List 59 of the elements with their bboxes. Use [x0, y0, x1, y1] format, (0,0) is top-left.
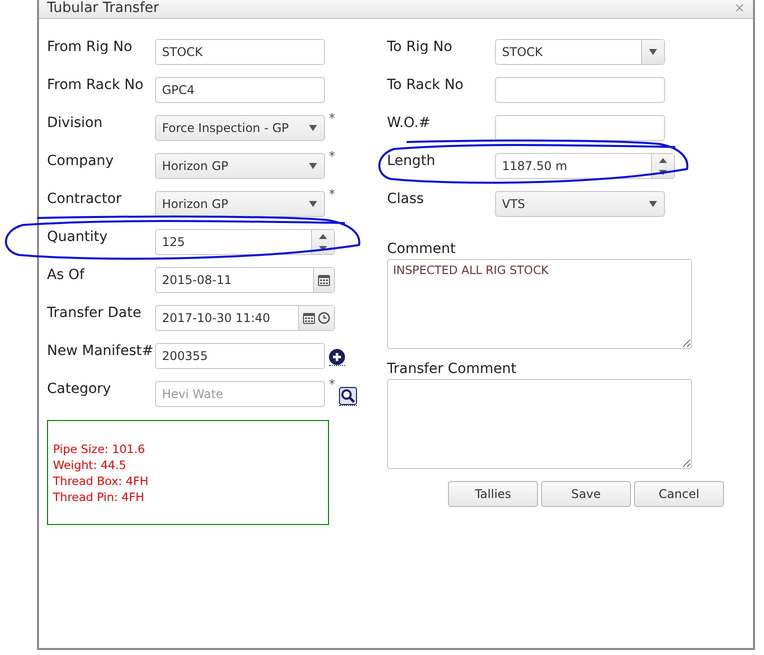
field-label: Transfer Comment — [387, 361, 518, 377]
pipe-info-line: Pipe Size: 101.6 — [53, 441, 146, 457]
field-label: As Of — [47, 267, 86, 283]
required-mark: * — [329, 187, 335, 201]
search-icon[interactable] — [339, 387, 357, 406]
required-mark: * — [329, 111, 335, 125]
caret-icon — [649, 49, 657, 55]
add-icon[interactable] — [329, 349, 345, 366]
field-label: From Rig No — [47, 39, 134, 55]
date-field[interactable]: 2015-08-11 — [155, 267, 335, 293]
required-mark: * — [329, 377, 335, 391]
field-label: To Rig No — [387, 39, 454, 55]
dropdown[interactable]: VTS — [495, 191, 665, 217]
text-field[interactable] — [495, 115, 665, 141]
dialog-button[interactable]: Tallies — [448, 481, 538, 507]
text-field[interactable] — [495, 77, 665, 103]
date-time-field[interactable]: 2017-10-30 11:40 — [155, 305, 335, 331]
required-mark: * — [329, 149, 335, 163]
spin-down-icon[interactable] — [659, 170, 667, 174]
pipe-info-line: Thread Box: 4FH — [53, 473, 150, 489]
text-field[interactable]: STOCK — [155, 39, 325, 65]
dialog-button[interactable]: Save — [541, 481, 631, 507]
calendar-icon[interactable] — [318, 274, 330, 286]
calendar-icon[interactable] — [303, 312, 315, 324]
caret-icon — [309, 125, 317, 131]
field-label: Company — [47, 153, 115, 169]
field-label: Quantity — [47, 229, 108, 245]
comment-textarea[interactable]: INSPECTED ALL RIG STOCK — [387, 259, 692, 349]
field-label: Length — [387, 153, 436, 169]
field-label: Category — [47, 381, 112, 397]
field-label: From Rack No — [47, 77, 144, 93]
dropdown[interactable]: Force Inspection - GP — [155, 115, 325, 141]
dropdown[interactable]: Horizon GP — [155, 191, 325, 217]
field-label: Division — [47, 115, 104, 131]
spin-down-icon[interactable] — [319, 246, 327, 250]
field-label: Transfer Date — [47, 305, 142, 321]
text-field[interactable]: Hevi Wate — [155, 381, 325, 407]
combo-box[interactable]: STOCK — [495, 39, 665, 65]
caret-icon — [649, 201, 657, 207]
dropdown[interactable]: Horizon GP — [155, 153, 325, 179]
field-label: Contractor — [47, 191, 123, 207]
text-field[interactable]: 200355 — [155, 343, 325, 369]
caret-icon — [309, 163, 317, 169]
caret-icon — [309, 201, 317, 207]
number-field[interactable]: 125 — [155, 229, 335, 255]
pipe-info-line: Weight: 44.5 — [53, 457, 128, 473]
field-label: New Manifest# — [47, 343, 154, 359]
text-field[interactable]: GPC4 — [155, 77, 325, 103]
dialog-button[interactable]: Cancel — [634, 481, 724, 507]
number-field[interactable]: 1187.50 m — [495, 153, 675, 179]
clock-icon[interactable] — [318, 312, 330, 324]
pipe-info-line: Thread Pin: 4FH — [53, 489, 146, 505]
window-title: Tubular Transfer — [47, 0, 160, 16]
field-label: Class — [387, 191, 425, 207]
spin-up-icon[interactable] — [319, 234, 327, 238]
field-label: W.O.# — [387, 115, 432, 131]
field-label: Comment — [387, 241, 457, 257]
spin-up-icon[interactable] — [659, 158, 667, 162]
field-label: To Rack No — [387, 77, 464, 93]
